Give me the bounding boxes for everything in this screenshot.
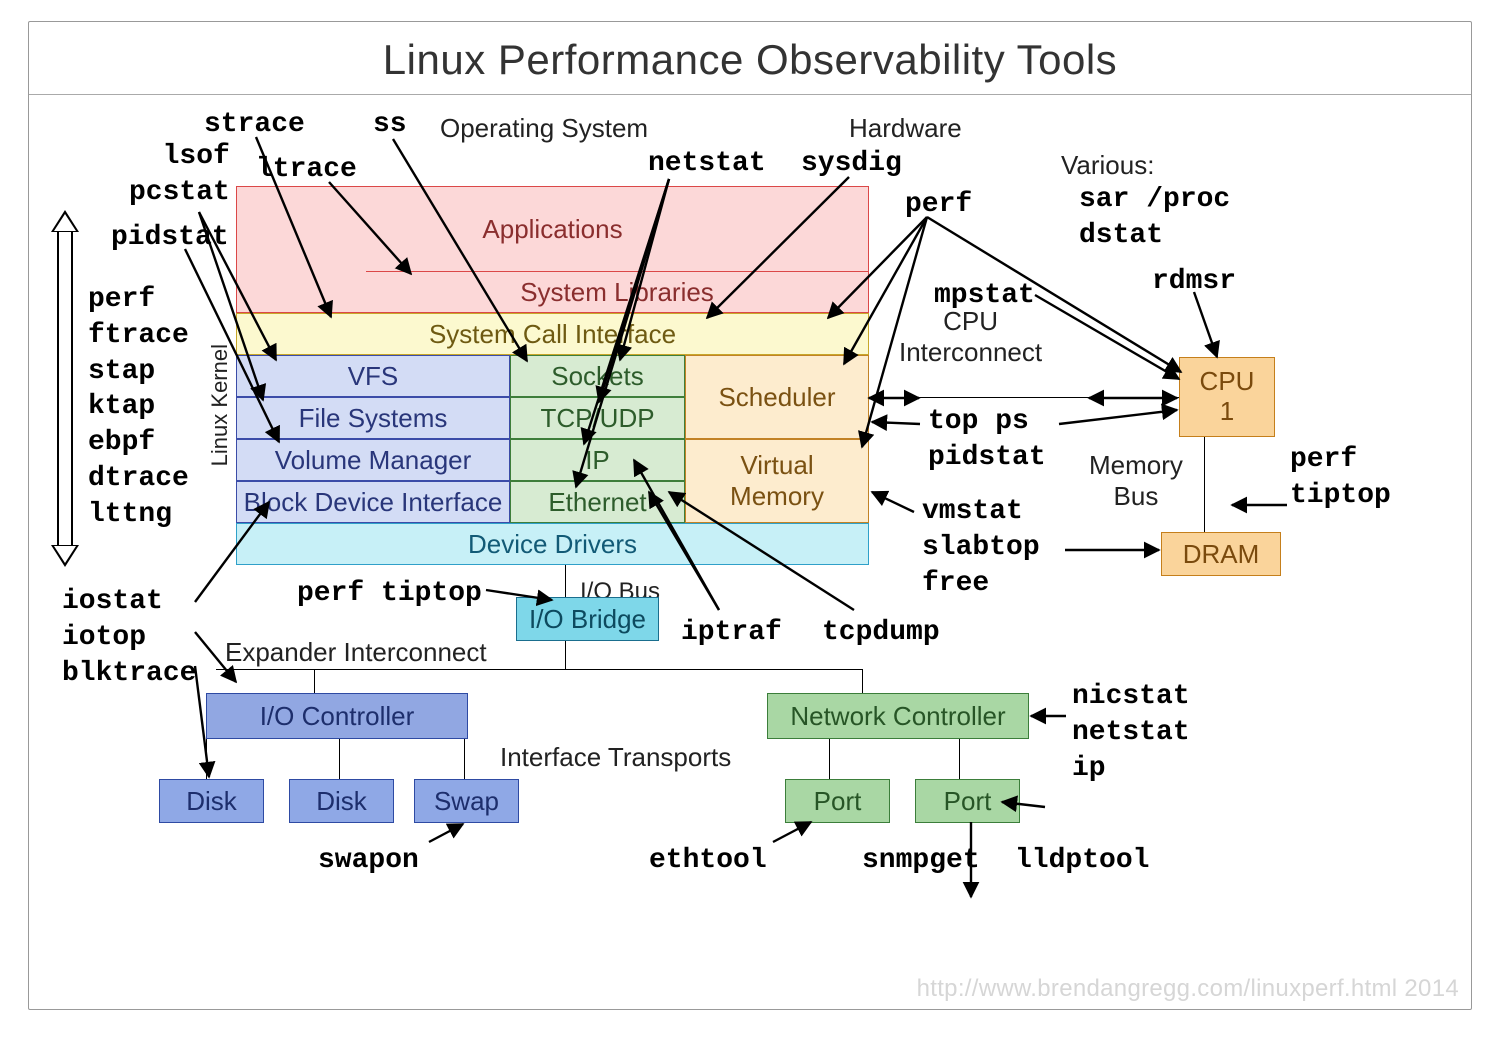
tool-nicstat: nicstat netstat ip (1072, 679, 1190, 786)
box-disk-1: Disk (159, 779, 264, 823)
tool-vmstat: vmstat slabtop free (922, 494, 1040, 601)
label-various: Various: (1061, 150, 1154, 181)
page-title: Linux Performance Observability Tools (29, 36, 1471, 84)
vertical-double-arrow-icon (51, 210, 79, 567)
tool-strace: strace (204, 107, 305, 143)
box-eth: Ethernet (510, 481, 685, 523)
box-iocontroller: I/O Controller (206, 693, 468, 739)
tool-perf-tiptop-l: perf tiptop (297, 576, 482, 612)
tool-top-ps: top ps pidstat (928, 404, 1046, 476)
box-cpu: CPU 1 (1179, 357, 1275, 437)
tool-netstat: netstat (648, 146, 766, 182)
box-tcpudp: TCP/UDP (510, 397, 685, 439)
tool-pidstat: pidstat (111, 220, 229, 256)
tool-ss: ss (373, 107, 407, 143)
box-syslibs-pad (236, 271, 366, 313)
label-membus: Memory Bus (1089, 450, 1183, 512)
tool-lsof-pcstat: lsof pcstat (129, 139, 230, 211)
tool-left-stack: perf ftrace stap ktap ebpf dtrace lttng (88, 282, 189, 533)
box-ip: IP (510, 439, 685, 481)
box-netcontroller: Network Controller (767, 693, 1029, 739)
label-expander: Expander Interconnect (225, 637, 487, 668)
box-syslibs: System Libraries (365, 271, 869, 313)
box-iobridge: I/O Bridge (516, 597, 659, 641)
tool-ethtool: ethtool (649, 843, 767, 879)
tool-rdmsr: rdmsr (1152, 264, 1236, 300)
label-hw: Hardware (849, 113, 962, 144)
box-sched: Scheduler (685, 355, 869, 439)
diagram-frame: Linux Performance Observability Tools Ap… (28, 21, 1472, 1010)
box-disk-2: Disk (289, 779, 394, 823)
tool-iostat: iostat iotop blktrace (62, 584, 196, 691)
box-sci: System Call Interface (236, 313, 869, 355)
box-fs: File Systems (236, 397, 510, 439)
box-sockets: Sockets (510, 355, 685, 397)
footer-link: http://www.brendangregg.com/linuxperf.ht… (917, 975, 1459, 1003)
tool-perf: perf (905, 187, 972, 223)
box-bdi: Block Device Interface (236, 481, 510, 523)
box-dd: Device Drivers (236, 523, 869, 565)
label-cpuic: CPU Interconnect (899, 306, 1042, 368)
box-volmgr: Volume Manager (236, 439, 510, 481)
tool-iptraf: iptraf (681, 615, 782, 651)
tool-tcpdump: tcpdump (822, 615, 940, 651)
box-port-2: Port (915, 779, 1020, 823)
box-port-1: Port (785, 779, 890, 823)
tool-mpstat: mpstat (934, 278, 1035, 314)
label-kernel: Linux Kernel (207, 344, 233, 466)
box-vmem: Virtual Memory (685, 439, 869, 523)
label-iftrans: Interface Transports (500, 742, 731, 773)
tool-swapon: swapon (318, 843, 419, 879)
title-divider (29, 94, 1471, 95)
tool-sysdig: sysdig (801, 146, 902, 182)
tool-ltrace: ltrace (256, 152, 357, 188)
box-applications: Applications (236, 186, 869, 271)
box-swap: Swap (414, 779, 519, 823)
box-dram: DRAM (1161, 532, 1281, 576)
tool-various: sar /proc dstat (1079, 182, 1230, 254)
tool-snmpget: snmpget (862, 843, 980, 879)
tool-lldptool: lldptool (1015, 843, 1149, 879)
label-os: Operating System (440, 113, 648, 144)
box-vfs: VFS (236, 355, 510, 397)
tool-perf-tiptop-r: perf tiptop (1290, 442, 1391, 514)
